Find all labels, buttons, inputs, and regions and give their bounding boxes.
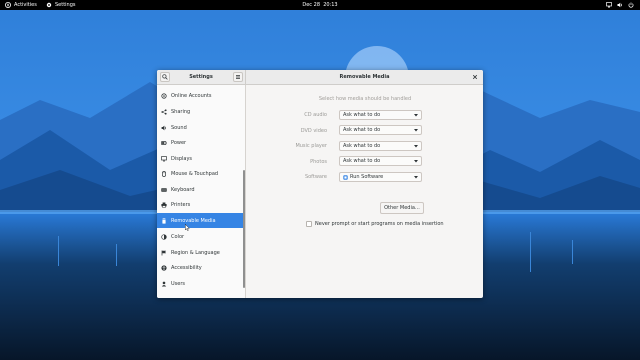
volume-icon (617, 2, 622, 8)
sidebar-item-label: Keyboard (171, 186, 195, 193)
software-combo[interactable]: Run Software (339, 172, 422, 182)
other-media-button[interactable]: Other Media… (380, 202, 424, 214)
dvd-video-label: DVD video (300, 128, 327, 134)
clock-time: 20:13 (323, 2, 338, 8)
settings-window: Settings Removable Media Online Accounts… (157, 70, 483, 298)
music-player-label: Music player (295, 143, 327, 149)
usb-icon (162, 217, 166, 224)
sidebar-item-accessibility[interactable]: Accessibility (157, 260, 245, 275)
cd-audio-value: Ask what to do (343, 112, 381, 118)
sidebar-item-label: Displays (171, 155, 193, 162)
chevron-down-icon (414, 145, 418, 148)
online-accounts-icon (161, 92, 167, 99)
sidebar-item-label: Region & Language (171, 249, 220, 256)
top-bar: Activities Settings Dec 28 20:13 (0, 0, 640, 10)
sidebar-scrollbar[interactable] (243, 170, 245, 288)
color-icon (161, 233, 167, 240)
sidebar-item-online-accounts[interactable]: Online Accounts (157, 88, 245, 103)
sidebar-header: Settings (157, 70, 246, 84)
users-icon (161, 281, 167, 286)
chevron-down-icon (414, 114, 418, 117)
sidebar-item-removable-media[interactable]: Removable Media (157, 213, 245, 228)
sidebar-item-label: Users (171, 280, 186, 287)
main-menu-button[interactable] (233, 72, 243, 82)
cd-audio-combo[interactable]: Ask what to do (339, 110, 422, 120)
flag-icon (161, 250, 166, 255)
dvd-video-combo[interactable]: Ask what to do (339, 125, 422, 135)
keyboard-icon (161, 187, 167, 192)
sidebar-item-printers[interactable]: Printers (157, 197, 245, 212)
chevron-down-icon (414, 129, 418, 132)
sidebar-item-label: Online Accounts (171, 92, 212, 99)
sidebar-item-label: Mouse & Touchpad (171, 170, 219, 177)
sidebar-item-keyboard[interactable]: Keyboard (157, 182, 245, 197)
power-icon (628, 2, 634, 8)
sidebar-item-label: Printers (171, 201, 191, 208)
network-icon (606, 2, 612, 8)
mouse-pointer-icon (185, 224, 190, 231)
never-prompt-checkbox[interactable] (306, 221, 312, 227)
activities-label: Activities (14, 2, 37, 8)
sidebar-item-label: Power (171, 139, 187, 146)
never-prompt-option[interactable]: Never prompt or start programs on media … (306, 220, 444, 228)
mouse-icon (162, 170, 166, 177)
sidebar-item-mouse-touchpad[interactable]: Mouse & Touchpad (157, 166, 245, 181)
sidebar-item-sharing[interactable]: Sharing (157, 104, 245, 119)
share-icon (161, 108, 167, 115)
chevron-down-icon (414, 176, 418, 179)
speaker-icon (161, 125, 166, 130)
app-menu-label: Settings (55, 2, 76, 8)
sidebar-item-color[interactable]: Color (157, 229, 245, 244)
hamburger-menu-icon (236, 75, 240, 79)
activities-button[interactable]: Activities (5, 1, 37, 9)
sidebar-item-users[interactable]: Users (157, 276, 245, 291)
app-menu[interactable]: Settings (46, 1, 76, 9)
sidebar-item-region-language[interactable]: Region & Language (157, 245, 245, 260)
clock-date: Dec 28 (302, 2, 321, 8)
close-icon (472, 74, 478, 80)
display-icon (161, 155, 167, 161)
photos-label: Photos (310, 159, 327, 165)
sidebar-title: Settings (189, 74, 213, 80)
power-icon (161, 140, 167, 145)
printer-icon (161, 202, 167, 208)
panel-heading: Select how media should be handled (318, 96, 412, 102)
dvd-video-value: Ask what to do (343, 127, 381, 133)
software-label: Software (304, 174, 327, 180)
clock[interactable]: Dec 28 20:13 (302, 2, 337, 8)
sidebar-item-sound[interactable]: Sound (157, 120, 245, 135)
sidebar-item-label: Removable Media (171, 217, 216, 224)
music-player-value: Ask what to do (343, 143, 381, 149)
close-button[interactable] (471, 73, 479, 81)
sidebar-item-label: Sharing (171, 108, 191, 115)
software-app-icon (343, 174, 348, 180)
system-tray[interactable] (606, 1, 634, 9)
software-value: Run Software (350, 174, 384, 180)
sidebar-item-label: Color (171, 233, 185, 240)
fedora-logo-icon (5, 2, 11, 8)
never-prompt-label: Never prompt or start programs on media … (315, 221, 444, 227)
search-icon (162, 74, 168, 80)
settings-sidebar: Online Accounts Sharing Sound Power Disp… (157, 85, 246, 298)
sidebar-item-label: Accessibility (171, 264, 202, 271)
cd-audio-label: CD audio (304, 112, 327, 118)
gear-icon (46, 2, 52, 8)
photos-value: Ask what to do (343, 158, 381, 164)
sidebar-item-label: Sound (171, 124, 187, 131)
window-title: Removable Media (339, 74, 390, 80)
accessibility-icon (161, 264, 167, 271)
header-bar: Settings Removable Media (157, 70, 483, 85)
sidebar-item-displays[interactable]: Displays (157, 151, 245, 166)
search-button[interactable] (160, 72, 170, 82)
removable-media-panel: Select how media should be handled CD au… (247, 85, 483, 298)
chevron-down-icon (414, 160, 418, 163)
sidebar-item-power[interactable]: Power (157, 135, 245, 150)
photos-combo[interactable]: Ask what to do (339, 156, 422, 166)
music-player-combo[interactable]: Ask what to do (339, 141, 422, 151)
